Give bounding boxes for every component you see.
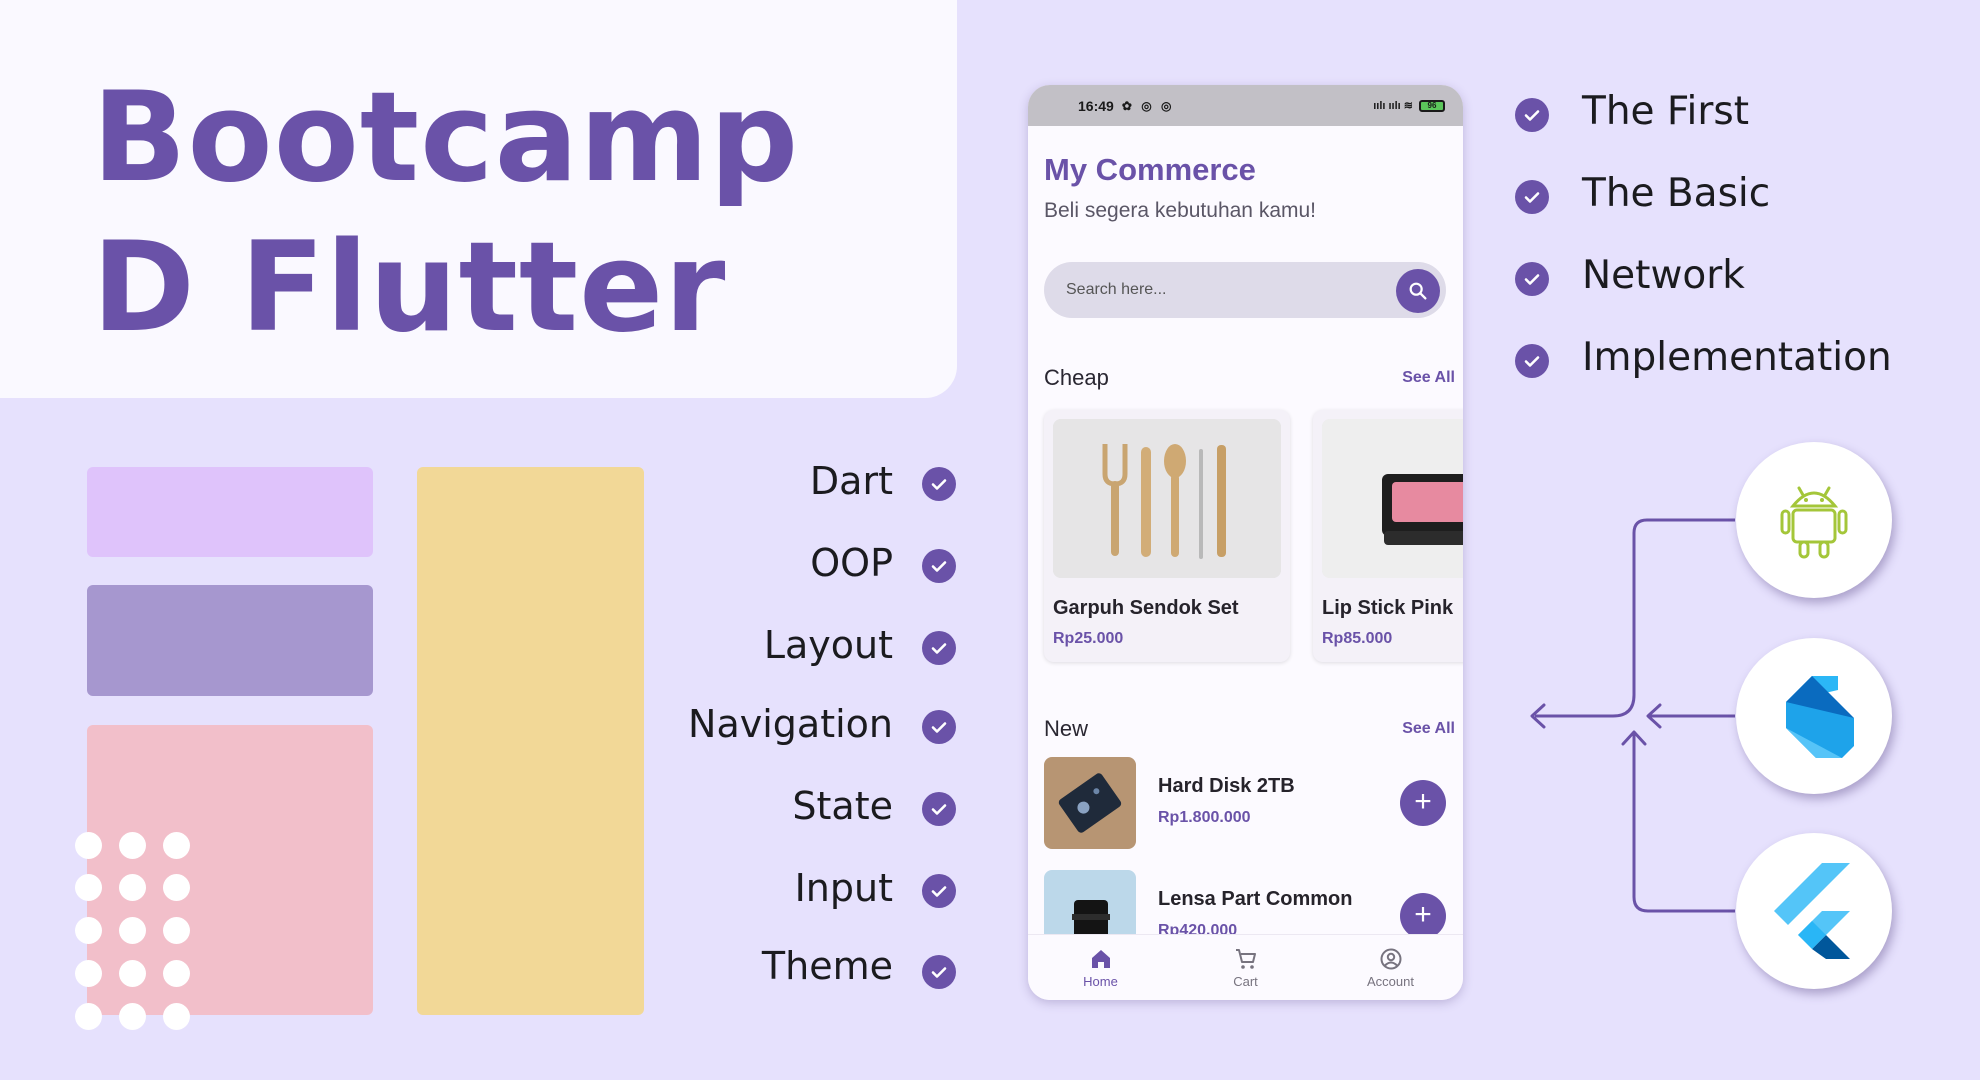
decor-block-lilac — [87, 467, 373, 557]
nav-cart[interactable]: Cart — [1173, 935, 1318, 1000]
list-item[interactable]: Hard Disk 2TB Rp1.800.000 + — [1044, 757, 1446, 849]
dot — [75, 917, 102, 944]
product-card[interactable]: Garpuh Sendok Set Rp25.000 — [1044, 410, 1290, 662]
dot — [75, 832, 102, 859]
search-icon — [1409, 282, 1427, 300]
check-icon — [1515, 180, 1549, 214]
status-bar: 16:49 ✿ ◎ ◎ ıılı ıılı ≋ 96 — [1028, 85, 1463, 126]
topic-item: State — [792, 784, 893, 828]
topic-item: Input — [794, 866, 893, 910]
topic-item: Dart — [809, 459, 893, 503]
dot — [163, 1003, 190, 1030]
check-icon — [1515, 98, 1549, 132]
status-notification-icons: ✿ ◎ ◎ — [1121, 98, 1175, 113]
product-price: Rp85.000 — [1322, 630, 1393, 647]
product-card[interactable]: Lip Stick Pink Rp85.000 — [1313, 410, 1463, 662]
dot — [163, 917, 190, 944]
title-line-2: D Flutter — [92, 216, 727, 360]
account-icon — [1380, 948, 1401, 969]
search-input[interactable] — [1066, 281, 1366, 299]
topic-item: Network — [1582, 253, 1745, 298]
dot — [119, 1003, 146, 1030]
check-icon — [922, 549, 956, 583]
product-price: Rp1.800.000 — [1158, 809, 1251, 826]
dot — [163, 960, 190, 987]
product-thumb-harddisk — [1044, 757, 1136, 849]
check-icon — [922, 874, 956, 908]
topic-item: OOP — [810, 541, 893, 585]
check-icon — [1515, 344, 1549, 378]
topic-item: Layout — [763, 623, 893, 667]
nav-account[interactable]: Account — [1318, 935, 1463, 1000]
decor-block-purple — [87, 585, 373, 696]
nav-label: Cart — [1233, 973, 1258, 989]
product-image-cutlery — [1053, 419, 1281, 578]
dart-icon — [1786, 676, 1854, 758]
check-icon — [922, 955, 956, 989]
status-right: ıılı ıılı ≋ 96 — [1373, 99, 1445, 112]
nav-home[interactable]: Home — [1028, 935, 1173, 1000]
android-logo — [1736, 442, 1892, 598]
check-icon — [922, 467, 956, 501]
status-time: 16:49 — [1078, 97, 1114, 114]
dot — [163, 832, 190, 859]
title-line-1: Bootcamp — [92, 66, 800, 210]
dot — [163, 874, 190, 901]
dot — [75, 960, 102, 987]
add-to-cart-button[interactable]: + — [1400, 893, 1446, 939]
bottom-navigation: Home Cart Account — [1028, 934, 1463, 1000]
dot — [75, 874, 102, 901]
signal-icon: ıılı ıılı ≋ — [1373, 100, 1413, 112]
add-to-cart-button[interactable]: + — [1400, 780, 1446, 826]
nav-label: Account — [1367, 973, 1414, 989]
check-icon — [1515, 262, 1549, 296]
dot — [119, 832, 146, 859]
flutter-logo — [1736, 833, 1892, 989]
see-all-cheap-link[interactable]: See All — [1402, 369, 1455, 387]
dart-logo — [1736, 638, 1892, 794]
topic-item: Navigation — [688, 702, 893, 746]
battery-icon: 96 — [1419, 99, 1445, 112]
home-icon — [1091, 949, 1110, 968]
phone-mockup: 16:49 ✿ ◎ ◎ ıılı ıılı ≋ 96 My Commerce B… — [1028, 85, 1463, 1000]
decor-block-yellow — [417, 467, 644, 1015]
check-icon — [922, 710, 956, 744]
topic-item: Implementation — [1582, 335, 1892, 380]
title-card: Bootcamp D Flutter — [0, 0, 957, 398]
android-icon — [1780, 486, 1848, 559]
topic-item: The First — [1582, 89, 1750, 134]
app-subtitle: Beli segera kebutuhan kamu! — [1044, 199, 1317, 222]
product-image-compact — [1322, 419, 1463, 578]
dot — [119, 874, 146, 901]
section-title-new: New — [1044, 716, 1089, 741]
product-name: Lensa Part Common — [1158, 888, 1353, 910]
product-name: Garpuh Sendok Set — [1053, 597, 1239, 619]
check-icon — [922, 792, 956, 826]
section-title-cheap: Cheap — [1044, 365, 1109, 390]
product-name: Hard Disk 2TB — [1158, 775, 1295, 797]
product-price: Rp25.000 — [1053, 630, 1124, 647]
search-bar — [1044, 262, 1446, 318]
connector-arrows — [1530, 518, 1735, 913]
topic-item: The Basic — [1582, 171, 1771, 216]
dot — [119, 917, 146, 944]
product-name: Lip Stick Pink — [1322, 597, 1454, 619]
nav-label: Home — [1083, 973, 1118, 989]
flutter-icon — [1774, 863, 1850, 959]
dot — [119, 960, 146, 987]
topic-item: Theme — [761, 944, 893, 988]
cart-icon — [1235, 948, 1256, 969]
see-all-new-link[interactable]: See All — [1402, 720, 1455, 738]
dot — [75, 1003, 102, 1030]
check-icon — [922, 631, 956, 665]
app-title: My Commerce — [1044, 152, 1256, 187]
search-button[interactable] — [1396, 269, 1440, 313]
